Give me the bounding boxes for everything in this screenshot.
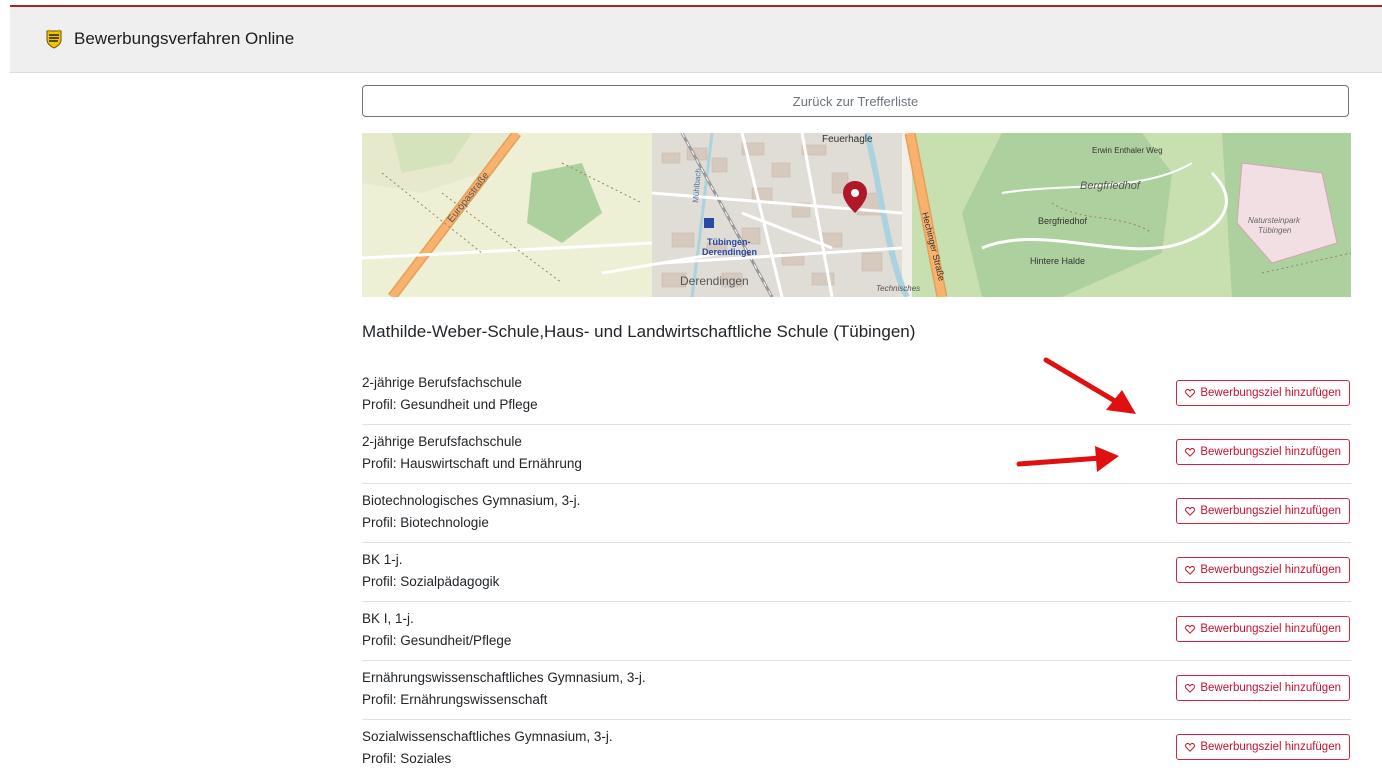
program-name: Sozialwissenschaftliches Gymnasium, 3-j. [362,729,613,744]
add-target-button[interactable]: Bewerbungsziel hinzufügen [1176,498,1350,524]
list-item: Sozialwissenschaftliches Gymnasium, 3-j.… [362,720,1351,778]
map-label-station-1: Tübingen- [707,237,751,247]
program-name: BK I, 1-j. [362,611,414,626]
program-name: 2-jährige Berufsfachschule [362,375,522,390]
add-target-label: Bewerbungsziel hinzufügen [1200,446,1341,458]
program-list: 2-jährige Berufsfachschule Profil: Gesun… [362,366,1351,778]
program-name: Biotechnologisches Gymnasium, 3-j. [362,493,581,508]
list-item: BK I, 1-j. Profil: Gesundheit/Pflege Bew… [362,602,1351,661]
brand[interactable]: Bewerbungsverfahren Online [46,29,294,49]
heart-icon [1185,742,1196,752]
map-label-natursteinpark-2: Tübingen [1258,226,1292,235]
heart-icon [1185,447,1196,457]
list-item: 2-jährige Berufsfachschule Profil: Hausw… [362,425,1351,484]
map-canvas: Feuerhagle Europastraße Tübingen- Derend… [362,133,1351,297]
program-name: Ernährungswissenschaftliches Gymnasium, … [362,670,646,685]
add-target-label: Bewerbungsziel hinzufügen [1200,505,1341,517]
program-profile: Profil: Ernährungswissenschaft [362,692,548,707]
map-label-feuerhagle: Feuerhagle [822,134,873,145]
list-item: BK 1-j. Profil: Sozialpädagogik Bewerbun… [362,543,1351,602]
map-label-erwin-enthaler-weg: Erwin Enthaler Weg [1092,146,1163,155]
add-target-button[interactable]: Bewerbungsziel hinzufügen [1176,734,1350,760]
add-target-label: Bewerbungsziel hinzufügen [1200,564,1341,576]
program-name: 2-jährige Berufsfachschule [362,434,522,449]
map-label-bergfriedhof-big: Bergfriedhof [1080,180,1141,192]
program-profile: Profil: Biotechnologie [362,515,489,530]
map-label-station-2: Derendingen [702,247,757,257]
list-item: Biotechnologisches Gymnasium, 3-j. Profi… [362,484,1351,543]
list-item: Ernährungswissenschaftliches Gymnasium, … [362,661,1351,720]
add-target-button[interactable]: Bewerbungsziel hinzufügen [1176,439,1350,465]
program-profile: Profil: Soziales [362,751,452,766]
add-target-button[interactable]: Bewerbungsziel hinzufügen [1176,616,1350,642]
map-label-hintere-halde: Hintere Halde [1030,256,1085,266]
back-to-results-button[interactable]: Zurück zur Trefferliste [362,85,1349,117]
heart-icon [1185,388,1196,398]
program-profile: Profil: Gesundheit und Pflege [362,397,538,412]
heart-icon [1185,565,1196,575]
program-profile: Profil: Hauswirtschaft und Ernährung [362,456,582,471]
train-station-icon [704,218,714,228]
program-profile: Profil: Gesundheit/Pflege [362,633,512,648]
add-target-label: Bewerbungsziel hinzufügen [1200,741,1341,753]
annotation-arrow-1 [1043,357,1136,414]
add-target-label: Bewerbungsziel hinzufügen [1200,682,1341,694]
heart-icon [1185,506,1196,516]
school-name: Mathilde-Weber-Schule,Haus- und Landwirt… [362,322,916,341]
add-target-button[interactable]: Bewerbungsziel hinzufügen [1176,380,1350,406]
add-target-label: Bewerbungsziel hinzufügen [1200,387,1341,399]
coat-of-arms-icon [46,29,62,49]
add-target-button[interactable]: Bewerbungsziel hinzufügen [1176,675,1350,701]
program-profile: Profil: Sozialpädagogik [362,574,500,589]
add-target-label: Bewerbungsziel hinzufügen [1200,623,1341,635]
heart-icon [1185,624,1196,634]
location-map[interactable]: Feuerhagle Europastraße Tübingen- Derend… [362,133,1351,297]
list-item: 2-jährige Berufsfachschule Profil: Gesun… [362,366,1351,425]
map-label-natursteinpark-1: Natursteinpark [1248,216,1301,225]
map-label-bergfriedhof-small: Bergfriedhof [1038,216,1088,226]
map-label-technisches: Technisches [876,284,920,293]
program-name: BK 1-j. [362,552,403,567]
heart-icon [1185,683,1196,693]
app-title: Bewerbungsverfahren Online [74,29,295,48]
navbar: Bewerbungsverfahren Online [10,7,1382,73]
map-label-derendingen: Derendingen [680,274,749,288]
add-target-button[interactable]: Bewerbungsziel hinzufügen [1176,557,1350,583]
annotation-arrow-2 [1016,446,1119,472]
